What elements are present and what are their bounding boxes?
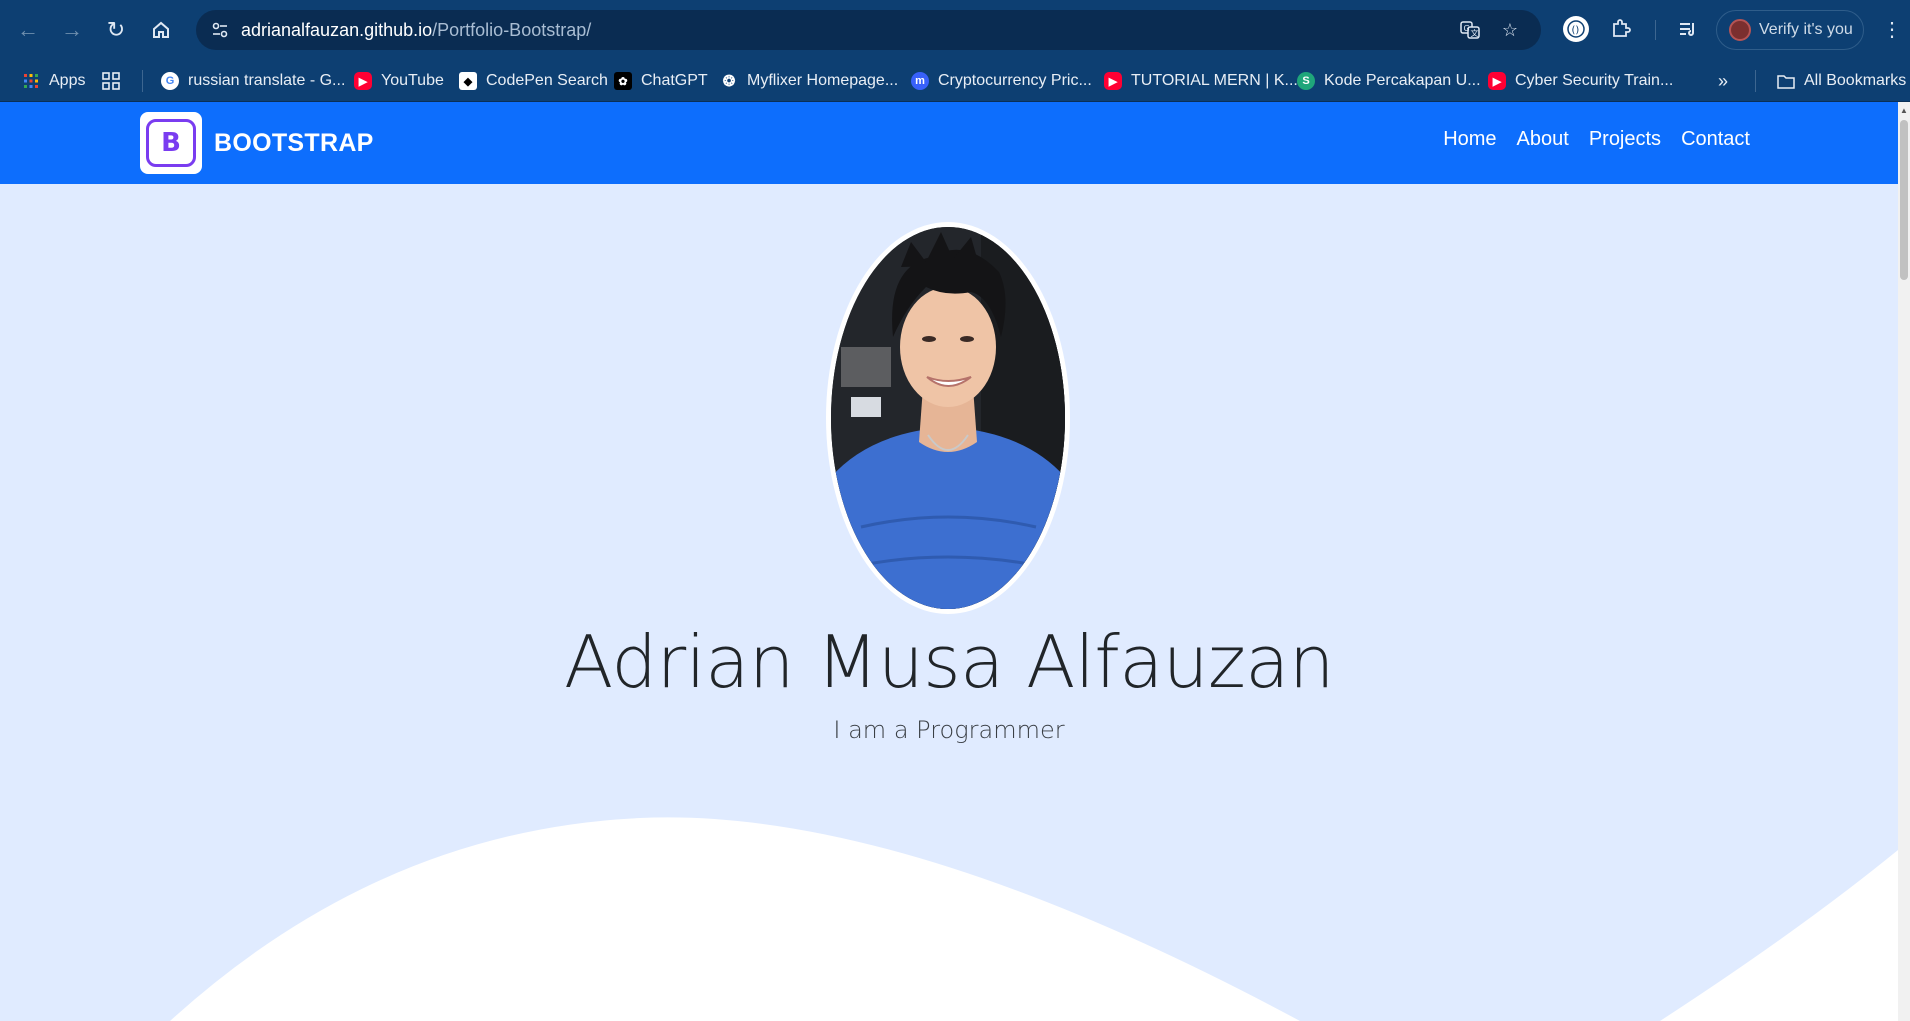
scroll-up-arrow-icon[interactable]: ▲: [1900, 106, 1908, 115]
bookmarks-divider: [1755, 70, 1756, 92]
all-bookmarks-button[interactable]: All Bookmarks: [1777, 60, 1906, 102]
logo-letter: B: [146, 119, 196, 167]
bookmark-tutorial-mern[interactable]: ▶ TUTORIAL MERN | K...: [1104, 60, 1298, 102]
url-text[interactable]: adrianalfauzan.github.io/Portfolio-Boots…: [241, 20, 591, 41]
toolbar-divider: [1655, 20, 1656, 40]
nav-link-projects[interactable]: Projects: [1589, 128, 1661, 151]
bookmark-tab-groups[interactable]: [102, 60, 129, 102]
browser-toolbar: ← → ↻ adrianalfauzan.github.io/Portfolio…: [0, 0, 1910, 60]
bookmark-apps[interactable]: Apps: [22, 60, 85, 102]
chatgpt-icon: ✿: [614, 72, 632, 90]
nav-link-home[interactable]: Home: [1443, 128, 1496, 151]
hero-wave-divider: [170, 817, 1898, 1021]
bookmark-cryptocurrency[interactable]: m Cryptocurrency Pric...: [911, 60, 1092, 102]
bookmark-label: Cyber Security Train...: [1515, 72, 1674, 89]
bookmark-label: TUTORIAL MERN | K...: [1131, 72, 1298, 89]
bookmarks-divider: [142, 70, 143, 92]
extension-circle-icon[interactable]: (): [1560, 13, 1592, 45]
bookmarks-bar: Apps G russian translate - G... ▶ YouTub…: [0, 60, 1910, 102]
google-icon: G: [161, 72, 179, 90]
scrollbar-thumb[interactable]: [1900, 120, 1908, 280]
bookmark-cyber-security[interactable]: ▶ Cyber Security Train...: [1488, 60, 1673, 102]
extensions-puzzle-icon[interactable]: [1605, 13, 1637, 45]
nav-links: Home About Projects Contact: [1443, 128, 1750, 151]
site-icon: S: [1297, 72, 1315, 90]
bookmark-kode-percakapan[interactable]: S Kode Percakapan U...: [1297, 60, 1481, 102]
nav-link-about[interactable]: About: [1517, 128, 1569, 151]
url-path: /Portfolio-Bootstrap/: [432, 20, 592, 40]
avatar: [1729, 19, 1751, 41]
home-icon[interactable]: [143, 12, 179, 48]
apps-grid-icon: [22, 72, 40, 90]
codepen-icon: ◆: [459, 72, 477, 90]
address-bar[interactable]: adrianalfauzan.github.io/Portfolio-Boots…: [196, 10, 1541, 50]
bookmark-label: CodePen Search: [486, 72, 608, 89]
bookmark-codepen[interactable]: ◆ CodePen Search: [459, 60, 608, 102]
menu-kebab-icon[interactable]: ⋮: [1876, 13, 1908, 45]
bookmark-label: ChatGPT: [641, 72, 708, 89]
all-bookmarks-label: All Bookmarks: [1804, 72, 1907, 89]
svg-text:G: G: [1464, 24, 1470, 33]
site-navbar: B BOOTSTRAP Home About Projects Contact: [0, 102, 1898, 184]
profile-photo: [826, 222, 1070, 614]
bootstrap-logo-icon[interactable]: B: [140, 112, 202, 174]
back-icon[interactable]: ←: [10, 12, 46, 48]
bookmark-label: YouTube: [381, 72, 444, 89]
brand-name[interactable]: BOOTSTRAP: [214, 129, 374, 158]
page-scrollbar[interactable]: ▲: [1898, 102, 1910, 1021]
reload-icon[interactable]: ↻: [98, 12, 134, 48]
youtube-icon: ▶: [1488, 72, 1506, 90]
bookmark-label: russian translate - G...: [188, 72, 346, 89]
tab-groups-icon: [102, 72, 120, 90]
bookmark-youtube[interactable]: ▶ YouTube: [354, 60, 444, 102]
profile-button[interactable]: Verify it's you: [1716, 10, 1864, 50]
svg-text:(): (): [1572, 25, 1580, 36]
bookmark-chatgpt[interactable]: ✿ ChatGPT: [614, 60, 708, 102]
bookmark-russian-translate[interactable]: G russian translate - G...: [161, 60, 345, 102]
bookmark-label: Myflixer Homepage...: [747, 72, 899, 89]
bookmark-star-icon[interactable]: ☆: [1498, 18, 1522, 42]
bookmark-label: Apps: [49, 72, 86, 89]
coinmarketcap-icon: m: [911, 72, 929, 90]
hero-tagline: I am a Programmer: [833, 716, 1065, 744]
site-info-icon[interactable]: [208, 18, 232, 42]
bookmark-label: Kode Percakapan U...: [1324, 72, 1481, 89]
bookmark-label: Cryptocurrency Pric...: [938, 72, 1092, 89]
bookmark-myflixer[interactable]: ❂ Myflixer Homepage...: [720, 60, 898, 102]
url-host: adrianalfauzan.github.io: [241, 20, 433, 40]
youtube-icon: ▶: [354, 72, 372, 90]
hero-name: Adrian Musa Alfauzan: [563, 620, 1335, 704]
folder-icon: [1777, 72, 1795, 90]
more-bookmarks-chevron-icon[interactable]: »: [1718, 60, 1728, 102]
forward-icon[interactable]: →: [54, 12, 90, 48]
reading-list-icon[interactable]: [1672, 13, 1704, 45]
nav-link-contact[interactable]: Contact: [1681, 128, 1750, 151]
youtube-icon: ▶: [1104, 72, 1122, 90]
svg-text:文: 文: [1471, 28, 1479, 38]
profile-label: Verify it's you: [1759, 21, 1853, 38]
translate-icon[interactable]: G文: [1458, 18, 1482, 42]
film-reel-icon: ❂: [722, 73, 736, 90]
